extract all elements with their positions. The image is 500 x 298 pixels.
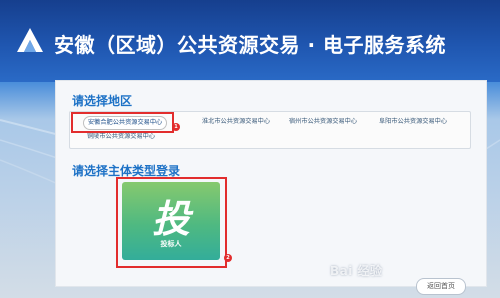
- region-item-fuyang[interactable]: 阜阳市公共资源交易中心: [375, 116, 451, 128]
- page-title: 安徽（区域）公共资源交易 · 电子服务系统: [54, 33, 447, 57]
- region-item-suzhou[interactable]: 宿州市公共资源交易中心: [285, 116, 361, 128]
- region-item-huaibei[interactable]: 淮北市公共资源交易中心: [198, 116, 274, 128]
- bidder-login-card[interactable]: 投 投标人: [122, 182, 220, 260]
- bidder-card-label: 投标人: [160, 240, 182, 248]
- region-section-title: 请选择地区: [72, 94, 133, 108]
- step-badge-2: 2: [224, 254, 232, 262]
- header-bar: 安徽（区域）公共资源交易 · 电子服务系统: [0, 0, 500, 82]
- watermark-text: Bai 经验: [330, 264, 383, 278]
- logo-icon: [17, 28, 43, 52]
- back-home-button[interactable]: 返回首页: [416, 278, 466, 295]
- bidder-glyph-icon: 投: [151, 196, 190, 241]
- step-badge-1: 1: [172, 123, 180, 131]
- region-highlight-frame: [71, 112, 174, 133]
